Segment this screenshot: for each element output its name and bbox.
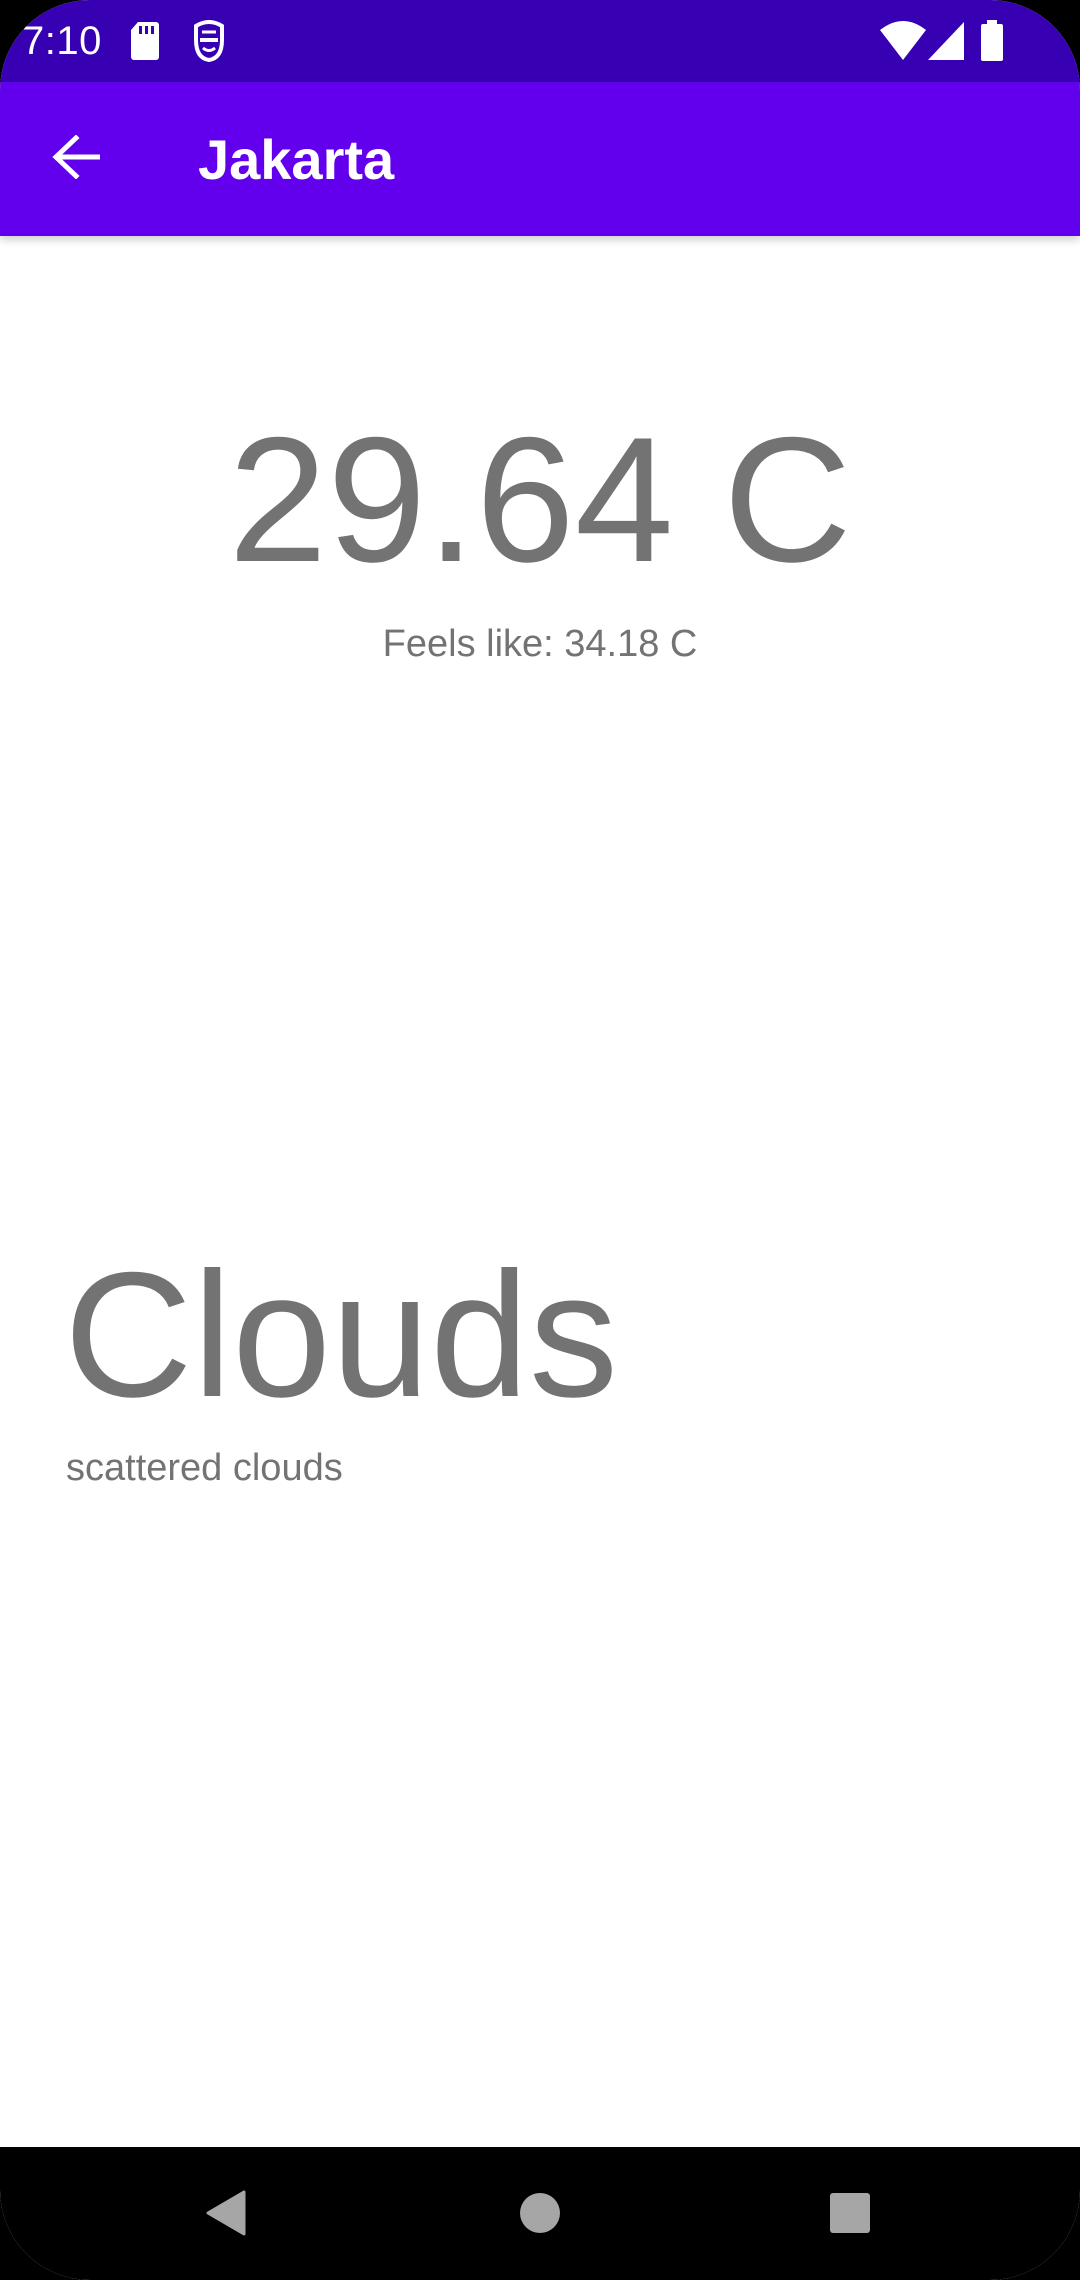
app-bar: Jakarta [0,82,1080,236]
home-circle-icon [519,2192,561,2239]
wifi-icon [880,20,926,62]
arrow-back-icon [52,133,101,184]
system-nav-bar [0,2147,1080,2280]
sd-card-icon [130,20,160,62]
nav-home-button[interactable] [500,2175,580,2255]
nav-recents-button[interactable] [810,2175,890,2255]
notification-app-icon [192,20,226,63]
cell-signal-icon [928,20,964,62]
back-triangle-icon [206,2190,246,2241]
back-button[interactable] [28,117,124,201]
battery-icon [980,20,1004,62]
status-bar: 7:10 [0,0,1080,82]
feels-like-value: Feels like: 34.18 C [382,623,698,665]
recents-square-icon [829,2192,871,2239]
nav-back-button[interactable] [186,2175,266,2255]
weather-description: scattered clouds [66,1447,343,1489]
weather-condition: Clouds [64,1235,619,1434]
page-title: Jakarta [198,128,395,191]
temperature-value: 29.64 C [228,400,852,599]
app-screen: 7:10 Jakarta 29.64 C Feels like: 34.18 C… [0,0,1080,2280]
status-time: 7:10 [22,19,102,63]
